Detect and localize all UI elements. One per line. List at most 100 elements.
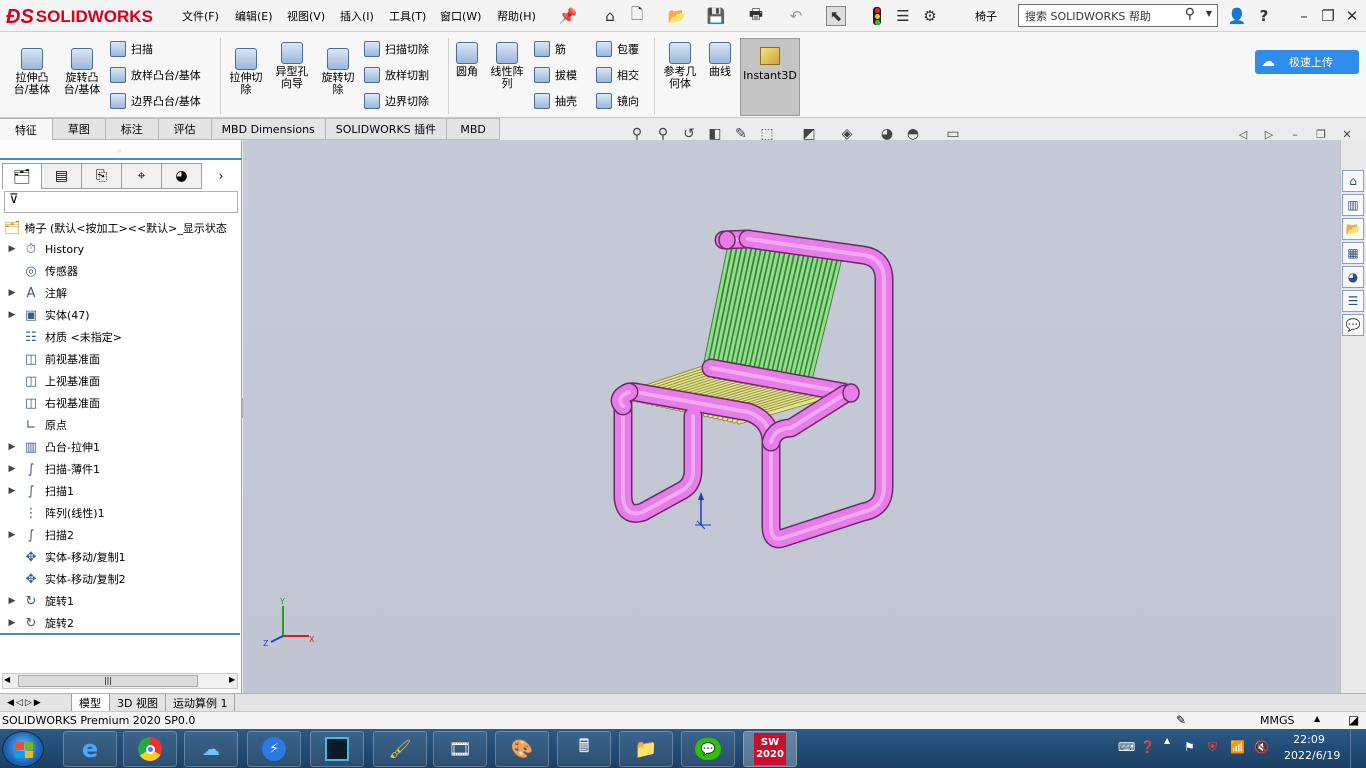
revolve-boss-button[interactable]: 旋转凸 台/基体 — [58, 48, 106, 96]
camera-app-icon[interactable]: 🎞 — [433, 731, 487, 767]
help-tray-icon[interactable]: ❓ — [1140, 740, 1155, 754]
design-library-icon[interactable]: ▥ — [1342, 194, 1364, 216]
unit-dropdown-icon[interactable]: ▲ — [1314, 714, 1320, 723]
loft-boss-button[interactable]: 放样凸台/基体 — [110, 67, 201, 83]
chair-model[interactable]: Y X Z — [243, 140, 1340, 694]
tree-item[interactable]: ◎ 传感器 — [2, 260, 242, 282]
search-input[interactable]: 搜索 SOLIDWORKS 帮助 ⚲ ▼ — [1018, 4, 1218, 27]
select-arrow-icon[interactable]: ⬉ — [826, 6, 846, 26]
rib-button[interactable]: 筋 — [534, 41, 566, 57]
home-icon[interactable]: ⌂ — [600, 6, 620, 26]
apply-scene-icon[interactable]: ◓ — [903, 125, 923, 143]
tree-item[interactable]: ⋮ 阵列(线性)1 — [2, 502, 242, 524]
view-settings-icon[interactable]: ▭ — [943, 125, 963, 143]
tree-item[interactable]: ▶ ▣ 实体(47) — [2, 304, 242, 326]
tab-sketch[interactable]: 草图 — [52, 118, 106, 140]
display-manager-tab-icon[interactable]: ◕ — [162, 163, 202, 189]
tree-item[interactable]: ◫ 前视基准面 — [2, 348, 242, 370]
display-style-icon[interactable]: ◩ — [799, 125, 819, 143]
tree-item[interactable]: ☷ 材质 <未指定> — [2, 326, 242, 348]
antivirus-tray-icon[interactable]: ⛨ — [1208, 740, 1217, 755]
tab-features[interactable]: 特征 — [0, 118, 53, 140]
save-icon[interactable]: 💾 — [706, 6, 726, 26]
menu-tools[interactable]: 工具(T) — [389, 8, 426, 24]
tree-item[interactable]: ▶ ∫ 扫描2 — [2, 524, 242, 546]
tab-3d-views[interactable]: 3D 视图 — [110, 694, 166, 711]
edit-sketch-status-icon[interactable]: ✎ — [1176, 713, 1186, 727]
section-view-icon[interactable]: ◧ — [705, 125, 725, 143]
dynamic-annotation-icon[interactable]: ✎ — [731, 125, 751, 143]
panel-grip-icon[interactable]: ◦ — [117, 147, 122, 156]
paint-bucket-icon[interactable]: 🖌 — [373, 731, 427, 767]
fillet-button[interactable]: 圆角 — [452, 42, 482, 78]
tab-motion-study[interactable]: 运动算例 1 — [166, 694, 236, 711]
expand-arrow-icon[interactable]: ▶ — [2, 442, 22, 452]
tree-item[interactable]: ▶ ⏱ History — [2, 238, 242, 260]
file-explorer-icon[interactable]: 📂 — [1342, 218, 1364, 240]
system-clock[interactable]: 22:09 2022/6/19 — [1284, 732, 1340, 766]
file-explorer-taskbar-icon[interactable]: 📁 — [619, 731, 673, 767]
wrap-button[interactable]: 包覆 — [596, 41, 639, 57]
file-properties-icon[interactable]: ☰ — [893, 6, 913, 26]
zoom-to-fit-icon[interactable]: ⚲ — [627, 125, 647, 143]
scrollbar-thumb[interactable]: ||| — [18, 675, 198, 687]
tree-filter[interactable]: ⊽ — [4, 191, 238, 213]
expand-arrow-icon[interactable]: ▶ — [2, 530, 22, 540]
tree-item[interactable]: ✥ 实体-移动/复制1 — [2, 546, 242, 568]
wechat-icon[interactable]: 💬 — [681, 731, 735, 767]
solidworks-logo[interactable]: ƉS SOLIDWORKS — [6, 4, 156, 30]
draft-button[interactable]: 拔模 — [534, 67, 577, 83]
expand-arrow-icon[interactable]: ▶ — [2, 486, 22, 496]
reference-geometry-button[interactable]: 参考几 何体 — [658, 42, 702, 90]
tab-mbd[interactable]: MBD — [447, 118, 501, 140]
tree-item[interactable]: ▶ ▥ 凸台-拉伸1 — [2, 436, 242, 458]
print-icon[interactable]: 🖶 — [746, 5, 766, 26]
expand-arrow-icon[interactable]: ▶ — [2, 618, 22, 628]
intersect-button[interactable]: 相交 — [596, 67, 639, 83]
user-icon[interactable]: 👤 — [1227, 6, 1247, 26]
tab-mbd-dimensions[interactable]: MBD Dimensions — [211, 118, 326, 140]
menu-edit[interactable]: 编辑(E) — [235, 8, 273, 24]
tree-item[interactable]: ▶ ∫ 扫描-薄件1 — [2, 458, 242, 480]
tree-item[interactable]: ▶ ↻ 旋转1 — [2, 590, 242, 612]
help-icon[interactable]: ? — [1254, 6, 1274, 26]
close-icon[interactable]: ✕ — [1342, 6, 1362, 26]
menu-help[interactable]: 帮助(H) — [497, 8, 536, 24]
panel-tabs-more-icon[interactable]: › — [202, 163, 240, 189]
doc-minimize-icon[interactable]: – — [1285, 125, 1305, 143]
rebuild-traffic-light-icon[interactable] — [867, 6, 887, 26]
expand-arrow-icon[interactable]: ▶ — [2, 596, 22, 606]
hide-show-items-icon[interactable]: ◈ — [837, 125, 857, 143]
sweep-button[interactable]: 扫描 — [110, 41, 153, 57]
revolve-cut-button[interactable]: 旋转切 除 — [316, 48, 360, 96]
start-button[interactable] — [2, 731, 44, 767]
boundary-boss-button[interactable]: 边界凸台/基体 — [110, 93, 201, 109]
tree-item[interactable]: ▶ ↻ 旋转2 — [2, 612, 242, 634]
viewport-next-icon[interactable]: ▷ — [1259, 125, 1279, 143]
pin-icon[interactable]: 📌 — [558, 6, 578, 26]
configuration-manager-tab-icon[interactable]: ⎘ — [82, 163, 122, 189]
dimxpert-manager-tab-icon[interactable]: ⌖ — [122, 163, 162, 189]
tree-item[interactable]: ▶ ∫ 扫描1 — [2, 480, 242, 502]
graphics-area[interactable]: Y X Z — [243, 140, 1340, 694]
zoom-to-area-icon[interactable]: ⚲ — [653, 125, 673, 143]
volume-mute-tray-icon[interactable]: 🔇 — [1254, 740, 1269, 754]
expand-arrow-icon[interactable]: ▶ — [2, 310, 22, 320]
calculator-icon[interactable]: 🖩 — [557, 731, 611, 767]
open-icon[interactable]: 📂 — [667, 6, 687, 26]
instant3d-button[interactable]: Instant3D — [740, 38, 800, 116]
menu-view[interactable]: 视图(V) — [287, 8, 325, 24]
menu-window[interactable]: 窗口(W) — [440, 8, 481, 24]
internet-explorer-icon[interactable]: e — [63, 731, 117, 767]
tab-solidworks-addins[interactable]: SOLIDWORKS 插件 — [325, 118, 448, 140]
doc-restore-icon[interactable]: ❐ — [1311, 125, 1331, 143]
expand-arrow-icon[interactable]: ▶ — [2, 244, 22, 254]
tab-evaluate[interactable]: 评估 — [158, 118, 212, 140]
custom-properties-icon[interactable]: ☰ — [1342, 290, 1364, 312]
solidworks-taskbar-button[interactable]: SW 2020 — [743, 731, 797, 767]
mirror-button[interactable]: 镜向 — [596, 93, 639, 109]
tree-item[interactable]: ◫ 上视基准面 — [2, 370, 242, 392]
tree-item[interactable]: ✥ 实体-移动/复制2 — [2, 568, 242, 590]
solidworks-resources-icon[interactable]: ⌂ — [1342, 170, 1364, 192]
menu-insert[interactable]: 插入(I) — [340, 8, 374, 24]
